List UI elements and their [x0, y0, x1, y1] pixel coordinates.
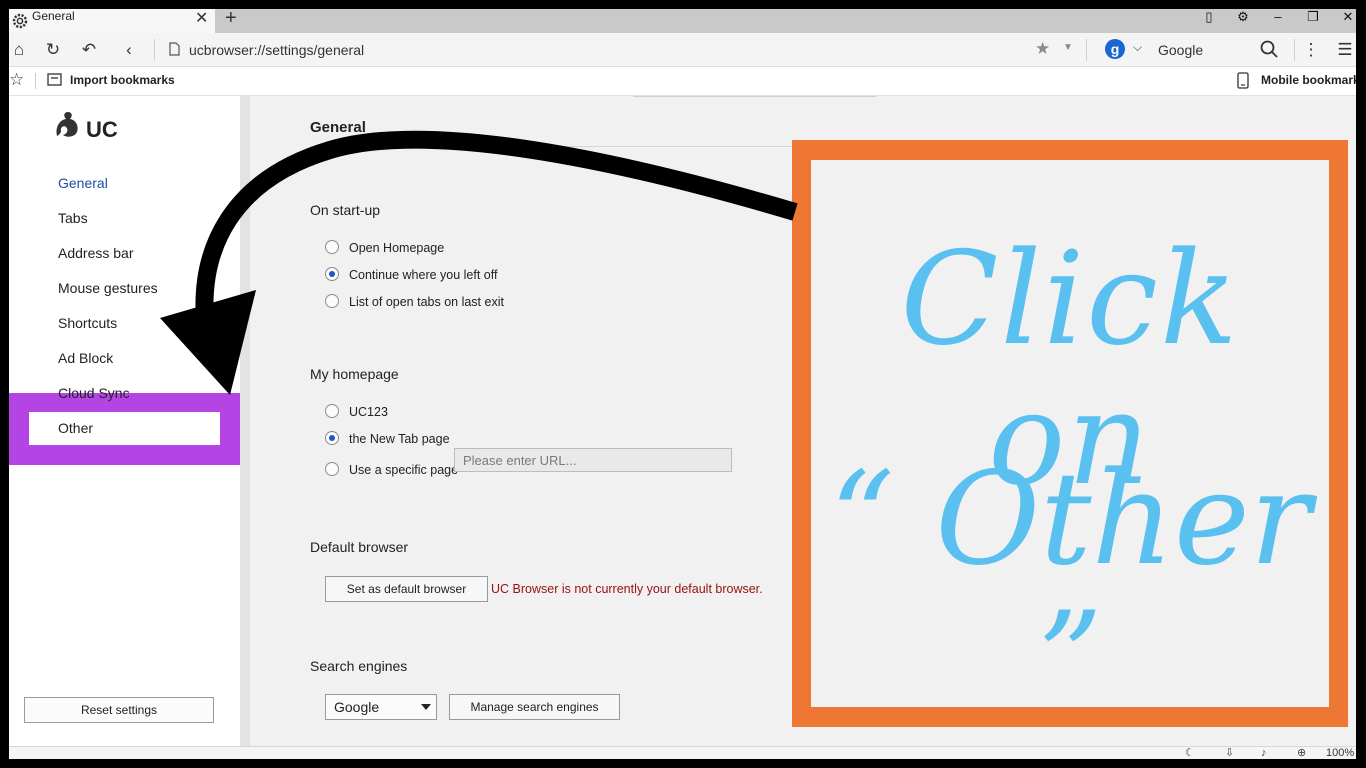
reload-icon[interactable]: ↻ [43, 40, 63, 60]
mobile-bookmarks-link[interactable]: Mobile bookmarks [1261, 73, 1356, 87]
homepage-radio-uc123[interactable] [325, 404, 339, 418]
search-engine-icon[interactable]: g [1105, 39, 1125, 59]
address-input[interactable]: ucbrowser://settings/general [189, 42, 364, 58]
default-browser-heading: Default browser [310, 539, 409, 555]
tutorial-callout-inner: Click on “ Other ” [811, 160, 1329, 730]
bookmarks-bar: ☆ Import bookmarks Mobile bookmarks [9, 67, 1356, 96]
settings-gear-icon [12, 13, 28, 29]
import-bookmarks-link[interactable]: Import bookmarks [70, 73, 175, 87]
uc-logo: UC [53, 110, 123, 142]
squirrel-logo-icon [56, 112, 78, 137]
toolbar-divider [154, 39, 155, 61]
top-divider [633, 96, 876, 97]
chevron-down-icon[interactable]: ⌵ [1133, 40, 1142, 55]
sidebar-item-general[interactable]: General [58, 175, 108, 191]
night-mode-icon[interactable]: ☾ [1185, 747, 1195, 759]
search-icon[interactable] [1259, 39, 1279, 59]
homepage-radio-specific[interactable] [325, 462, 339, 476]
homepage-heading: My homepage [310, 366, 399, 382]
close-window-icon[interactable]: ✕ [1336, 9, 1356, 25]
status-bar: ☾ ⇩ ♪ ⊕ 100% [9, 746, 1356, 759]
startup-heading: On start-up [310, 202, 381, 218]
close-tab-icon[interactable]: ✕ [195, 11, 208, 27]
startup-radio-homepage[interactable] [325, 240, 339, 254]
tutorial-callout-box: Click on “ Other ” [792, 140, 1348, 730]
volume-icon[interactable]: ♪ [1261, 747, 1267, 759]
homepage-url-input[interactable] [454, 448, 732, 472]
uc-logo-text: UC [86, 117, 118, 142]
homepage-radio-new-tab[interactable] [325, 431, 339, 445]
bookmark-star-icon[interactable]: ★ [1035, 39, 1050, 59]
back-icon[interactable]: ‹ [119, 40, 139, 60]
tab-strip: General ✕ + ▯ ⚙ – ❐ ✕ [9, 9, 1356, 33]
search-engine-select[interactable]: Google [325, 694, 437, 720]
sidebar-divider [240, 96, 250, 746]
mobile-icon [1237, 72, 1249, 89]
homepage-option-label: Use a specific page [349, 463, 459, 477]
import-icon [47, 73, 62, 86]
extensions-icon[interactable]: ⚙ [1231, 9, 1255, 25]
startup-option-label: List of open tabs on last exit [349, 295, 504, 309]
bookmarks-divider [35, 73, 36, 89]
set-default-browser-button[interactable]: Set as default browser [325, 576, 488, 602]
sidebar-item-other[interactable]: Other [58, 420, 93, 436]
tile-icon[interactable]: ▯ [1197, 9, 1221, 25]
title-divider [310, 146, 800, 147]
search-engine-selected: Google [334, 699, 380, 715]
minimize-icon[interactable]: – [1266, 9, 1290, 25]
restore-icon[interactable]: ❐ [1301, 9, 1325, 25]
downloads-icon[interactable]: ⇩ [1225, 747, 1234, 759]
home-icon[interactable]: ⌂ [9, 40, 29, 60]
sidebar-item-mouse-gestures[interactable]: Mouse gestures [58, 280, 158, 296]
tab-general[interactable]: General ✕ [9, 9, 215, 33]
new-tab-icon[interactable]: + [225, 9, 237, 30]
page-title: General [310, 119, 366, 136]
page-icon [169, 42, 180, 56]
more-vertical-icon[interactable]: ⋮ [1301, 40, 1321, 60]
address-toolbar: ⌂ ↻ ↶ ‹ ucbrowser://settings/general ★ ▼… [9, 33, 1356, 67]
undo-close-icon[interactable]: ↶ [79, 40, 99, 60]
tab-title: General [32, 9, 75, 23]
zoom-in-icon[interactable]: ⊕ [1297, 747, 1306, 759]
startup-option-label: Continue where you left off [349, 268, 498, 282]
callout-text-line2: “ Other ” [829, 445, 1311, 734]
dropdown-arrow-icon [421, 704, 431, 710]
sidebar-item-shortcuts[interactable]: Shortcuts [58, 315, 117, 331]
homepage-option-label: UC123 [349, 405, 388, 419]
startup-radio-open-tabs[interactable] [325, 294, 339, 308]
search-input[interactable]: Google [1158, 42, 1203, 58]
startup-radio-continue[interactable] [325, 267, 339, 281]
manage-search-engines-button[interactable]: Manage search engines [449, 694, 620, 720]
homepage-option-label: the New Tab page [349, 432, 450, 446]
menu-icon[interactable]: ☰ [1335, 40, 1355, 60]
sidebar-item-cloud-sync[interactable]: Cloud Sync [58, 385, 130, 401]
chevron-down-icon[interactable]: ▼ [1063, 42, 1073, 53]
toolbar-divider [1086, 39, 1087, 61]
search-engines-heading: Search engines [310, 658, 408, 674]
toolbar-divider [1294, 39, 1295, 61]
sidebar-item-tabs[interactable]: Tabs [58, 210, 88, 226]
sidebar-item-ad-block[interactable]: Ad Block [58, 350, 113, 366]
default-browser-status: UC Browser is not currently your default… [491, 582, 763, 596]
settings-sidebar: UC General Tabs Address bar Mouse gestur… [9, 96, 240, 746]
other-highlight-annotation [9, 393, 240, 465]
zoom-level: 100% [1326, 747, 1355, 759]
reset-settings-button[interactable]: Reset settings [24, 697, 214, 723]
sidebar-item-address-bar[interactable]: Address bar [58, 245, 133, 261]
startup-option-label: Open Homepage [349, 241, 445, 255]
bookmark-star-icon[interactable]: ☆ [9, 70, 24, 90]
